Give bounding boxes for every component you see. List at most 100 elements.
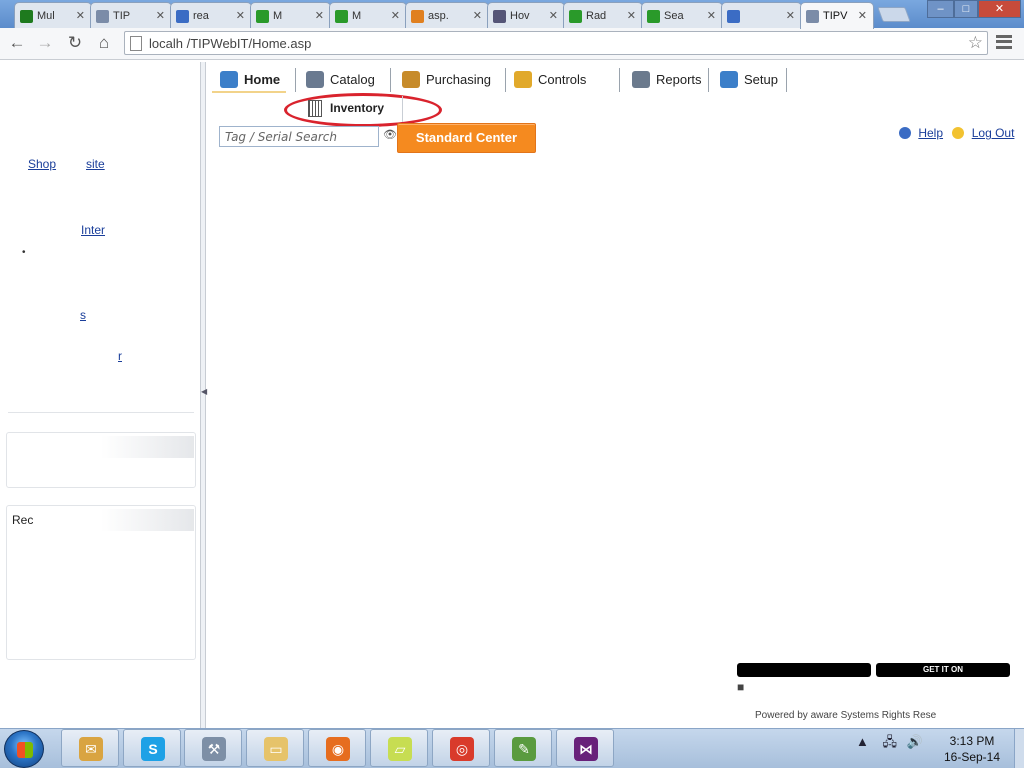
taskbar-button[interactable]: ▱	[370, 729, 428, 767]
taskbar-button[interactable]: ✎	[494, 729, 552, 767]
show-desktop-button[interactable]	[1014, 729, 1024, 768]
key-icon	[514, 71, 532, 88]
taskbar-button[interactable]: ✉	[61, 729, 119, 767]
taskbar-button[interactable]: ◎	[432, 729, 490, 767]
collapse-arrow-icon[interactable]: ◀	[201, 387, 207, 396]
browser-tab[interactable]: M ✕	[329, 2, 407, 28]
reload-icon[interactable]: ↻	[64, 32, 86, 54]
footer-text: Powered by aware Systems Rights Rese	[755, 710, 937, 721]
sidebar-divider	[8, 412, 194, 413]
nav-tab-label: Catalog	[330, 72, 375, 87]
standard-center-button[interactable]: Standard Center	[397, 123, 536, 153]
nav-tab-reports[interactable]: Reports	[624, 67, 708, 93]
taskbar-clock[interactable]: 3:13 PM 16-Sep-14	[937, 733, 1007, 765]
tab-close-icon[interactable]: ✕	[549, 9, 558, 22]
browser-tab[interactable]: Hov ✕	[487, 2, 565, 28]
sidebar-splitter[interactable]: ◀	[200, 62, 207, 728]
home-icon[interactable]: ⌂	[93, 32, 115, 54]
sidebar-link-shop[interactable]: Shop	[28, 157, 56, 171]
close-window-button[interactable]: ✕	[978, 0, 1021, 18]
nav-tab-label: Controls	[538, 72, 587, 87]
taskbar-button[interactable]: ◉	[308, 729, 366, 767]
nav-tab-label: Reports	[656, 72, 702, 87]
chrome-icon: ◎	[450, 737, 474, 761]
tab-close-icon[interactable]: ✕	[236, 9, 245, 22]
google-play-badge[interactable]: GET IT ON	[876, 663, 1010, 677]
browser-tab[interactable]: TIP ✕	[90, 2, 172, 28]
star-icon[interactable]: ☆	[968, 33, 983, 53]
show-hidden-icons-icon[interactable]: ▲	[856, 734, 869, 749]
tab-close-icon[interactable]: ✕	[473, 9, 482, 22]
tools-icon: ⚒	[202, 737, 226, 761]
nav-tab-setup[interactable]: Setup	[712, 67, 784, 93]
logout-icon	[952, 127, 965, 139]
tag-serial-search-input[interactable]	[219, 126, 379, 147]
sidebar-link-r[interactable]: r	[118, 349, 122, 363]
tab-favicon-icon	[727, 10, 740, 23]
tab-close-icon[interactable]: ✕	[707, 9, 716, 22]
taskbar-button[interactable]: ▭	[246, 729, 304, 767]
report-icon	[632, 71, 650, 88]
tab-close-icon[interactable]: ✕	[858, 9, 867, 22]
sidebar-link-inter[interactable]: Inter	[81, 223, 105, 237]
visual-studio-icon: ⋈	[574, 737, 598, 761]
minimize-button[interactable]: –	[927, 0, 954, 18]
tab-favicon-icon	[647, 10, 660, 23]
browser-tab[interactable]: M ✕	[250, 2, 331, 28]
tab-close-icon[interactable]: ✕	[391, 9, 400, 22]
nav-tab-catalog[interactable]: Catalog	[298, 67, 381, 93]
nav-tab-label: Purchasing	[426, 72, 492, 87]
browser-tab[interactable]: Mul ✕	[14, 2, 92, 28]
subnav-inventory[interactable]: Inventory	[300, 96, 403, 122]
new-tab-button[interactable]	[877, 7, 911, 22]
volume-icon[interactable]: 🔊	[907, 734, 923, 749]
subnav-inventory-label: Inventory	[330, 101, 385, 115]
back-icon[interactable]: ←	[6, 32, 28, 54]
tab-favicon-icon	[96, 10, 109, 23]
browser-tab[interactable]: asp. ✕	[405, 2, 489, 28]
browser-tab[interactable]: Rad ✕	[563, 2, 643, 28]
nav-separator	[390, 68, 391, 92]
taskbar-button[interactable]: ⚒	[184, 729, 242, 767]
editor-icon: ✎	[512, 737, 536, 761]
forward-icon[interactable]: →	[34, 32, 56, 54]
nav-tab-purchasing[interactable]: Purchasing	[394, 67, 497, 93]
browser-tab[interactable]: TIPV ✕	[800, 2, 874, 29]
help-icon	[899, 127, 911, 139]
nav-tab-home[interactable]: Home	[212, 67, 287, 93]
tab-close-icon[interactable]: ✕	[315, 9, 324, 22]
browser-tab[interactable]: rea ✕	[170, 2, 252, 28]
binoculars-icon[interactable]: 👁	[383, 128, 397, 141]
nav-tab-controls[interactable]: Controls	[506, 67, 592, 93]
tab-favicon-icon	[411, 10, 424, 23]
nav-separator	[619, 68, 620, 92]
url-text[interactable]: localh /TIPWebIT/Home.asp	[149, 36, 311, 51]
sidebar-panel-2-header: Rec	[8, 509, 194, 531]
network-icon[interactable]: 🖧	[883, 734, 898, 749]
tab-label: M	[273, 10, 283, 22]
page-icon	[130, 36, 142, 51]
menu-icon[interactable]	[996, 35, 1012, 49]
app-store-badge[interactable]	[737, 663, 871, 677]
tab-label: Sea	[664, 10, 684, 22]
sidebar: Shop site Inter • s r Rec	[0, 62, 200, 728]
address-bar[interactable]: localh /TIPWebIT/Home.asp ☆	[124, 31, 988, 55]
help-link[interactable]: Help	[918, 126, 943, 140]
taskbar-button[interactable]: ⋈	[556, 729, 614, 767]
tab-close-icon[interactable]: ✕	[76, 9, 85, 22]
sidebar-link-site[interactable]: site	[86, 157, 105, 171]
tab-close-icon[interactable]: ✕	[156, 9, 165, 22]
system-tray: ▲ 🖧 🔊	[856, 733, 923, 755]
start-button[interactable]	[4, 730, 44, 768]
tab-close-icon[interactable]: ✕	[786, 9, 795, 22]
tab-favicon-icon	[493, 10, 506, 23]
taskbar-button[interactable]: S	[123, 729, 181, 767]
logout-link[interactable]: Log Out	[972, 126, 1015, 140]
browser-tab[interactable]: ✕	[721, 2, 802, 28]
tab-close-icon[interactable]: ✕	[627, 9, 636, 22]
sidebar-link-s[interactable]: s	[80, 308, 86, 322]
maximize-button[interactable]: □	[954, 0, 978, 18]
browser-tab[interactable]: Sea ✕	[641, 2, 723, 28]
gears-icon	[720, 71, 738, 88]
tab-favicon-icon	[335, 10, 348, 23]
